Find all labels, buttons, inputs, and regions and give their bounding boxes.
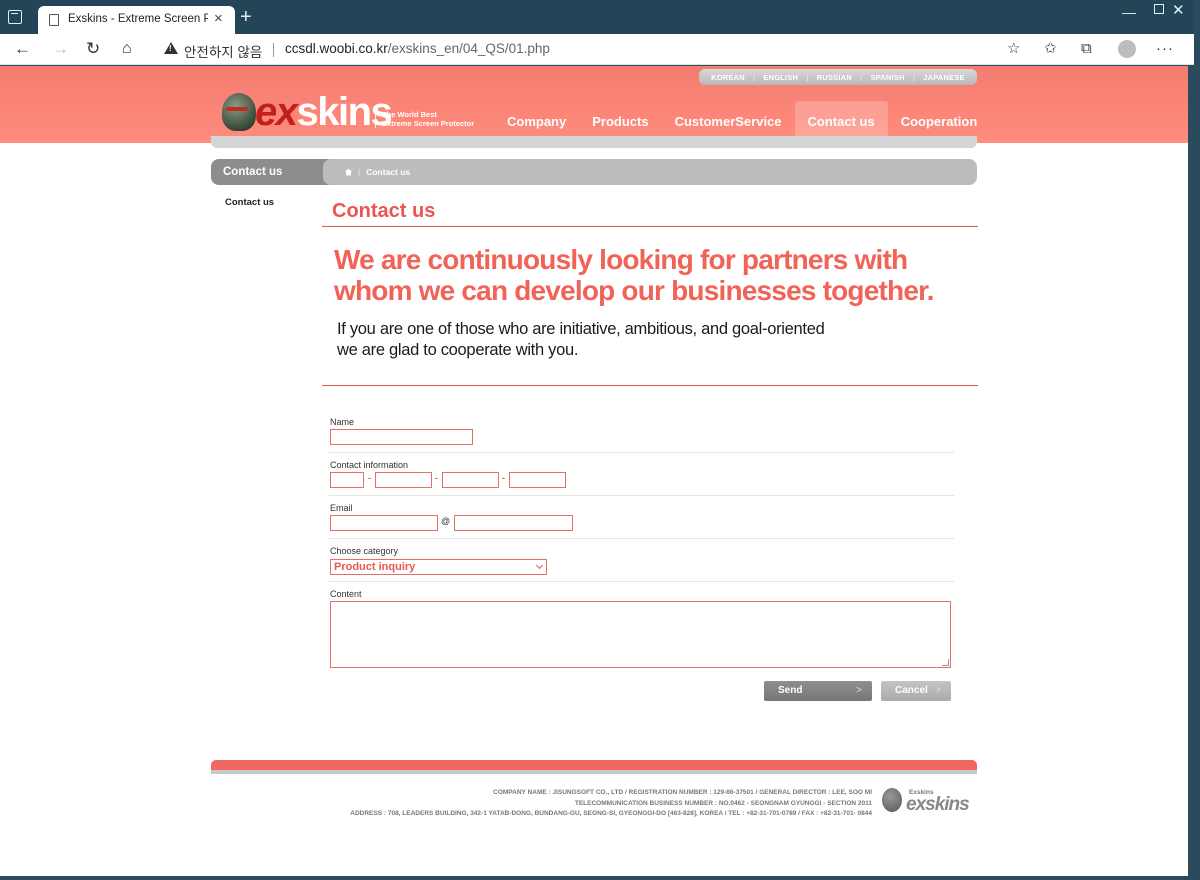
title-bar: Exskins - Extreme Screen Protect × + — ✕ — [0, 0, 1194, 34]
name-label: Name — [330, 417, 355, 427]
nav-contact-us[interactable]: Contact us — [794, 101, 888, 141]
footer-top-bar — [211, 760, 977, 770]
main-nav: Company Products CustomerService Contact… — [494, 101, 990, 141]
category-row: Choose category Product inquiry — [329, 539, 954, 582]
email-domain-input[interactable] — [454, 515, 573, 531]
not-secure-label[interactable]: 안전하지 않음 — [184, 41, 262, 61]
category-selected-value: Product inquiry — [334, 561, 416, 573]
browser-tab[interactable]: Exskins - Extreme Screen Protect × — [38, 6, 235, 34]
title-divider — [322, 226, 978, 227]
phone-part-2-input[interactable] — [375, 472, 432, 488]
more-menu-icon[interactable]: ··· — [1156, 40, 1174, 58]
close-window-icon[interactable]: ✕ — [1172, 3, 1185, 19]
intro-text: If you are one of those who are initiati… — [337, 320, 825, 359]
url-path: /exskins_en/04_QS/01.php — [387, 41, 550, 56]
lang-russian[interactable]: RUSSIAN — [817, 73, 852, 82]
nav-cooperation[interactable]: Cooperation — [888, 101, 991, 141]
site-header: KOREAN | ENGLISH | RUSSIAN | SPANISH | J… — [0, 66, 1188, 143]
close-tab-icon[interactable]: × — [214, 11, 223, 27]
not-secure-icon[interactable] — [164, 42, 178, 54]
cancel-button[interactable]: Cancel > — [881, 681, 951, 701]
url-host: ccsdl.woobi.co.kr — [285, 41, 388, 56]
favorites-icon[interactable]: ✩ — [1044, 40, 1057, 58]
lang-spanish[interactable]: SPANISH — [871, 73, 905, 82]
language-bar: KOREAN | ENGLISH | RUSSIAN | SPANISH | J… — [699, 69, 977, 85]
web-page: KOREAN | ENGLISH | RUSSIAN | SPANISH | J… — [0, 66, 1188, 876]
footer-company-info: COMPANY NAME : JISUNGSOFT CO., LTD / REG… — [350, 789, 872, 817]
forward-icon[interactable]: → — [52, 39, 69, 59]
new-tab-icon[interactable]: + — [240, 7, 252, 27]
breadcrumb-current: Contact us — [366, 167, 411, 177]
email-user-input[interactable] — [330, 515, 438, 531]
tab-title: Exskins - Extreme Screen Protect — [68, 13, 208, 25]
chevron-down-icon — [535, 561, 544, 570]
chevron-right-icon: > — [935, 685, 941, 696]
address-divider — [273, 43, 274, 57]
nav-company[interactable]: Company — [494, 101, 579, 141]
header-ledge — [211, 136, 977, 148]
at-sign: @ — [441, 516, 451, 526]
sidebar-item-contact-us[interactable]: Contact us — [225, 197, 274, 208]
section-title: Contact us — [211, 159, 333, 185]
intro-divider — [322, 385, 978, 386]
address-bar[interactable]: ccsdl.woobi.co.kr/exskins_en/04_QS/01.ph… — [285, 41, 550, 56]
logo-divider — [375, 106, 376, 128]
content-label: Content — [330, 589, 362, 599]
page-icon — [49, 14, 59, 26]
minimize-icon[interactable]: — — [1122, 4, 1136, 20]
contact-label: Contact information — [330, 460, 409, 470]
nav-customer-service[interactable]: CustomerService — [662, 101, 795, 141]
profile-avatar[interactable] — [1118, 40, 1136, 58]
site-logo[interactable]: exskins — [255, 90, 393, 134]
lang-english[interactable]: ENGLISH — [763, 73, 798, 82]
name-input[interactable] — [330, 429, 473, 445]
back-icon[interactable]: ← — [14, 39, 31, 59]
name-row: Name — [329, 413, 954, 453]
section-header: Contact us | Contact us — [211, 159, 977, 185]
reload-icon[interactable]: ↻ — [86, 39, 100, 59]
send-button[interactable]: Send > — [764, 681, 872, 701]
category-label: Choose category — [330, 546, 399, 556]
add-favorite-icon[interactable]: ☆ — [1007, 40, 1020, 58]
content-textarea[interactable] — [330, 601, 951, 668]
footer-background — [0, 766, 1188, 876]
nav-products[interactable]: Products — [579, 101, 661, 141]
email-row: Email @ — [329, 496, 954, 539]
footer-logo: exskins — [906, 794, 970, 815]
page-title: Contact us — [332, 200, 436, 222]
email-label: Email — [330, 503, 353, 513]
home-icon[interactable]: ⌂ — [122, 39, 132, 59]
category-select[interactable]: Product inquiry — [330, 559, 547, 575]
window-menu-icon[interactable] — [8, 10, 22, 24]
lang-japanese[interactable]: JAPANESE — [923, 73, 964, 82]
content-row: Content — [329, 582, 954, 672]
footer-helmet-logo-icon — [882, 788, 902, 812]
phone-part-1-input[interactable] — [330, 472, 364, 488]
maximize-icon[interactable] — [1154, 4, 1164, 14]
contact-row: Contact information - - - — [329, 453, 954, 496]
headline: We are continuously looking for partners… — [334, 244, 934, 306]
phone-part-4-input[interactable] — [509, 472, 566, 488]
collections-icon[interactable]: ⧉ — [1081, 40, 1092, 58]
breadcrumb: | Contact us — [345, 159, 410, 185]
breadcrumb-home-icon[interactable] — [345, 168, 352, 176]
lang-korean[interactable]: KOREAN — [711, 73, 745, 82]
browser-toolbar: ← → ↻ ⌂ 안전하지 않음 ccsdl.woobi.co.kr/exskin… — [0, 34, 1194, 65]
chevron-right-icon: > — [856, 685, 862, 696]
phone-part-3-input[interactable] — [442, 472, 499, 488]
helmet-logo-icon[interactable] — [222, 93, 256, 131]
tagline: The World Best Extreme Screen Protector — [382, 110, 475, 128]
